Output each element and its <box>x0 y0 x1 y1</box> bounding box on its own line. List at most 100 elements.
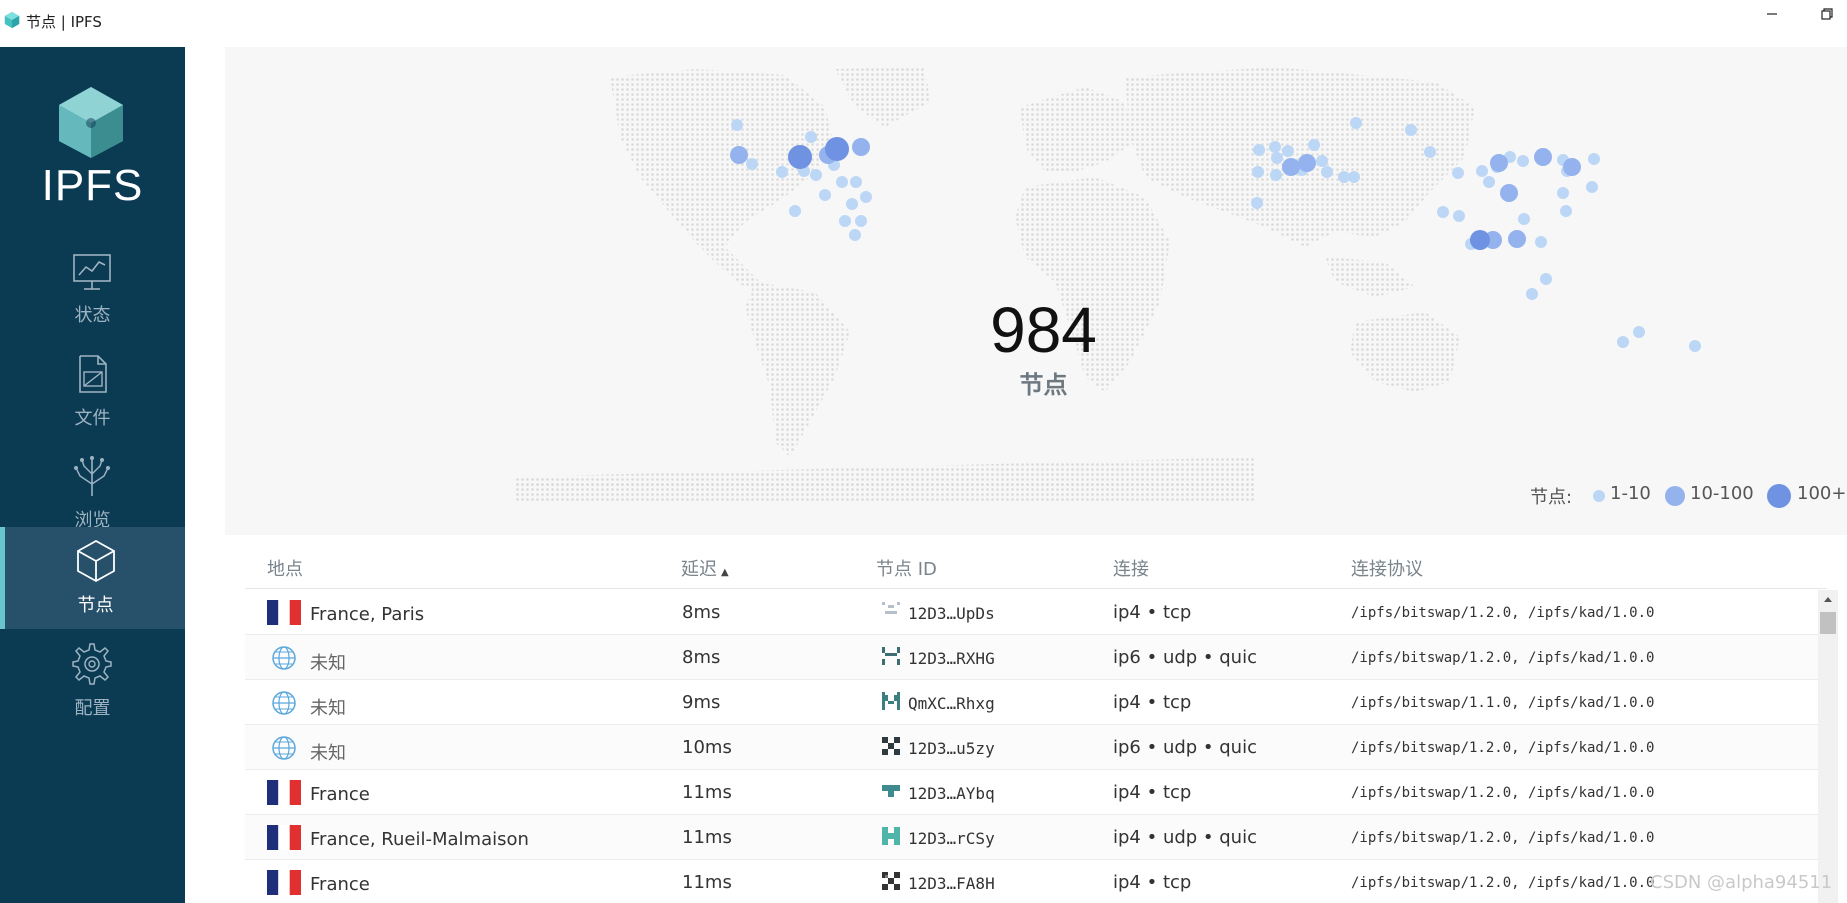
cell-peer-id[interactable]: 12D3…UpDs <box>908 604 995 623</box>
cell-location: France <box>310 784 370 805</box>
watermark: CSDN @alpha94511 <box>1650 872 1833 893</box>
restore-icon[interactable] <box>1817 4 1837 24</box>
globe-icon <box>272 736 296 760</box>
legend-label: 节点: <box>1530 487 1573 508</box>
nav-label-status: 状态 <box>74 305 111 326</box>
nav-settings[interactable]: 配置 <box>0 630 185 732</box>
header-protocols-label: 连接协议 <box>1351 559 1423 580</box>
cell-protocols: /ipfs/bitswap/1.2.0, /ipfs/kad/1.0.0 <box>1351 785 1655 801</box>
peer-count: 984 <box>990 294 1097 366</box>
identicon-icon <box>882 647 900 665</box>
ipfs-logo-icon <box>59 87 123 158</box>
table-row[interactable]: France 11ms 12D3…FA8H ip4 • tcp /ipfs/bi… <box>245 860 1820 903</box>
files-icon <box>79 355 107 393</box>
identicon-icon <box>882 602 900 614</box>
cell-latency: 11ms <box>682 827 732 848</box>
logo-text: IPFS <box>41 161 144 210</box>
peers-map: 984 节点 <box>225 47 1847 535</box>
cell-connection: ip6 • udp • quic <box>1113 647 1257 668</box>
header-location[interactable]: 地点 <box>267 555 303 581</box>
window-title: 节点 | IPFS <box>26 13 102 31</box>
cell-latency: 11ms <box>682 872 732 893</box>
nav-label-settings: 配置 <box>74 698 111 719</box>
header-peer-id-label: 节点 ID <box>876 559 937 580</box>
peers-icon <box>77 539 115 583</box>
cell-connection: ip4 • tcp <box>1113 692 1192 713</box>
france-flag-icon <box>267 600 301 625</box>
title-bar: 节点 | IPFS <box>0 0 1847 40</box>
cell-location: 未知 <box>310 698 346 719</box>
scroll-thumb[interactable] <box>1820 612 1836 634</box>
cell-latency: 10ms <box>682 737 732 758</box>
header-latency[interactable]: 延迟 ▲ <box>681 555 729 581</box>
cell-latency: 9ms <box>682 692 721 713</box>
cell-protocols: /ipfs/bitswap/1.2.0, /ipfs/kad/1.0.0 <box>1351 875 1655 891</box>
table-row[interactable]: France, Paris 8ms 12D3…UpDs ip4 • tcp /i… <box>245 590 1820 635</box>
ipfs-app-icon <box>4 11 20 29</box>
cell-location: France, Paris <box>310 604 425 625</box>
table-row[interactable]: 未知 10ms 12D3…u5zy ip6 • udp • quic /ipfs… <box>245 725 1820 770</box>
table-scrollbar[interactable] <box>1818 590 1838 903</box>
identicon-icon <box>882 692 900 710</box>
cell-protocols: /ipfs/bitswap/1.2.0, /ipfs/kad/1.0.0 <box>1351 740 1655 756</box>
identicon-icon <box>882 785 900 797</box>
cell-connection: ip4 • tcp <box>1113 782 1192 803</box>
identicon-icon <box>882 737 900 755</box>
cell-connection: ip4 • tcp <box>1113 602 1192 623</box>
minimize-icon[interactable] <box>1762 4 1782 24</box>
globe-icon <box>272 646 296 670</box>
cell-protocols: /ipfs/bitswap/1.2.0, /ipfs/kad/1.0.0 <box>1351 650 1655 666</box>
legend-dot-medium <box>1665 486 1685 506</box>
header-location-label: 地点 <box>267 559 303 580</box>
cell-peer-id[interactable]: 12D3…RXHG <box>908 649 995 668</box>
cell-location: 未知 <box>310 743 346 764</box>
table-row[interactable]: France, Rueil-Malmaison 11ms 12D3…rCSy i… <box>245 815 1820 860</box>
cell-connection: ip6 • udp • quic <box>1113 737 1257 758</box>
table-row[interactable]: 未知 9ms QmXC…Rhxg ip4 • tcp /ipfs/bitswap… <box>245 680 1820 725</box>
world-map <box>515 67 1701 503</box>
cell-peer-id[interactable]: 12D3…FA8H <box>908 874 995 893</box>
sort-asc-icon: ▲ <box>721 567 729 578</box>
settings-icon <box>72 643 112 685</box>
peer-count-label: 节点 <box>1019 371 1068 399</box>
nav-peers[interactable]: 节点 <box>0 527 185 629</box>
legend-dot-large <box>1767 484 1791 508</box>
cell-location: France, Rueil-Malmaison <box>310 829 529 850</box>
cell-peer-id[interactable]: 12D3…u5zy <box>908 739 995 758</box>
header-connection[interactable]: 连接 <box>1113 555 1149 581</box>
identicon-icon <box>882 872 900 890</box>
header-latency-label: 延迟 <box>681 559 717 580</box>
app-window: 节点 | IPFS IPFS 状态 文件 浏览 节点 配置 984 节点 节点:… <box>0 0 1847 903</box>
status-icon <box>73 254 111 290</box>
header-protocols[interactable]: 连接协议 <box>1351 555 1423 581</box>
legend-small: 1-10 <box>1610 483 1651 504</box>
cell-latency: 8ms <box>682 647 721 668</box>
nav-label-files: 文件 <box>74 408 111 429</box>
cell-location: 未知 <box>310 653 346 674</box>
cell-peer-id[interactable]: QmXC…Rhxg <box>908 694 995 713</box>
cell-peer-id[interactable]: 12D3…AYbq <box>908 784 995 803</box>
cell-peer-id[interactable]: 12D3…rCSy <box>908 829 995 848</box>
explore-icon <box>74 456 110 496</box>
scroll-up-icon[interactable] <box>1818 590 1838 610</box>
nav-status[interactable]: 状态 <box>0 237 185 339</box>
cell-location: France <box>310 874 370 895</box>
france-flag-icon <box>267 825 301 850</box>
nav-files[interactable]: 文件 <box>0 340 185 442</box>
table-row[interactable]: 未知 8ms 12D3…RXHG ip6 • udp • quic /ipfs/… <box>245 635 1820 680</box>
table-header: 地点 延迟 ▲ 节点 ID 连接 连接协议 <box>245 545 1827 589</box>
header-peer-id[interactable]: 节点 ID <box>876 555 937 581</box>
table-body: France, Paris 8ms 12D3…UpDs ip4 • tcp /i… <box>245 590 1820 903</box>
cell-latency: 8ms <box>682 602 721 623</box>
france-flag-icon <box>267 870 301 895</box>
legend-large: 100+ <box>1797 483 1847 504</box>
cell-protocols: /ipfs/bitswap/1.1.0, /ipfs/kad/1.0.0 <box>1351 695 1655 711</box>
legend-dot-small <box>1593 490 1605 502</box>
table-row[interactable]: France 11ms 12D3…AYbq ip4 • tcp /ipfs/bi… <box>245 770 1820 815</box>
france-flag-icon <box>267 780 301 805</box>
cell-protocols: /ipfs/bitswap/1.2.0, /ipfs/kad/1.0.0 <box>1351 830 1655 846</box>
sidebar: IPFS 状态 文件 浏览 节点 配置 <box>0 47 185 903</box>
cell-protocols: /ipfs/bitswap/1.2.0, /ipfs/kad/1.0.0 <box>1351 605 1655 621</box>
cell-connection: ip4 • udp • quic <box>1113 827 1257 848</box>
nav-label-peers: 节点 <box>77 595 114 616</box>
